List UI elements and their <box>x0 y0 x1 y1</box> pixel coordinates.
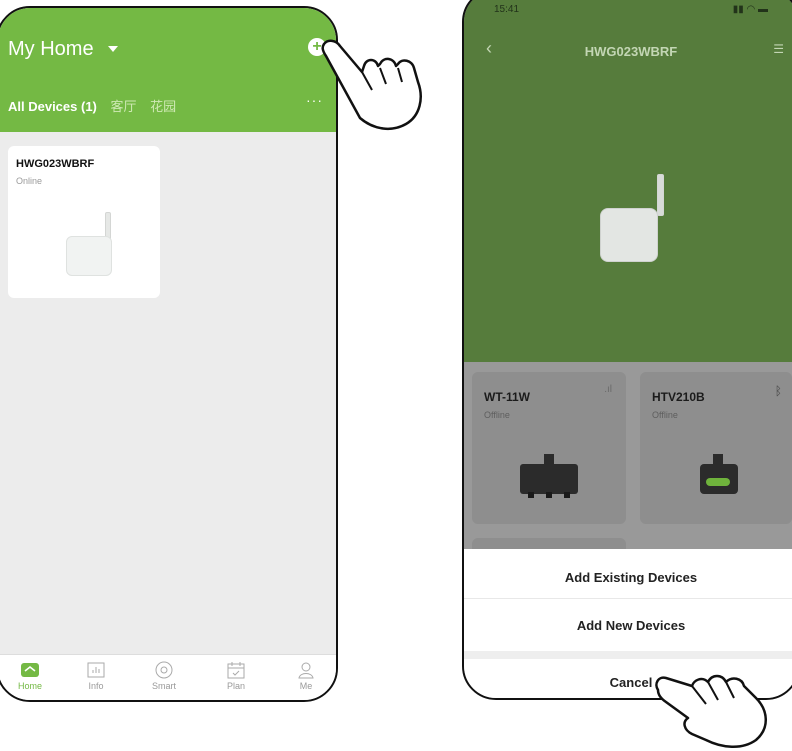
caret-down-icon[interactable] <box>108 46 118 52</box>
tabbar-plan[interactable]: Plan <box>206 655 266 691</box>
home-title[interactable]: My Home <box>8 38 94 61</box>
tabbar-home-label: Home <box>17 681 42 691</box>
tabbar-smart-label: Smart <box>151 681 176 691</box>
tab-all-devices[interactable]: All Devices (1) <box>8 99 97 114</box>
sub-device-status: Offline <box>484 410 510 420</box>
bluetooth-icon: ᛒ <box>774 384 782 398</box>
signal-icon: .ıl <box>604 384 612 395</box>
person-icon <box>296 661 316 679</box>
device-detail-header: 15:41 ▮▮ ◠ ▬ ‹ HWG023WBRF ☰ <box>464 0 792 362</box>
tabbar-me-label: Me <box>299 681 313 691</box>
device-title: HWG023WBRF <box>584 44 678 59</box>
add-new-devices-button[interactable]: Add New Devices <box>464 618 792 633</box>
tabbar-plan-label: Plan <box>226 681 245 691</box>
calendar-icon <box>226 661 246 679</box>
home-icon <box>20 661 40 679</box>
tab-living-room[interactable]: 客厅 <box>111 96 137 115</box>
status-bar-icons: ▮▮ ◠ ▬ <box>732 4 768 15</box>
cancel-button[interactable]: Cancel <box>464 675 792 690</box>
sub-device-status: Offline <box>652 410 678 420</box>
tab-garden[interactable]: 花园 <box>150 96 176 115</box>
status-bar-time: 15:41 <box>494 4 520 15</box>
pointing-hand-icon <box>655 674 767 748</box>
home-header: My Home + All Devices (1) 客厅 花园 ··· <box>0 8 336 132</box>
pointing-hand-icon <box>321 39 422 131</box>
sub-device-name: WT-11W <box>484 390 531 404</box>
tabbar-me[interactable]: Me <box>276 655 336 691</box>
right-phone-screen: 15:41 ▮▮ ◠ ▬ ‹ HWG023WBRF ☰ WT-11W Offli… <box>462 0 792 700</box>
settings-icon[interactable]: ☰ <box>773 42 784 56</box>
smart-icon <box>154 661 174 679</box>
tabbar-home[interactable]: Home <box>0 655 60 691</box>
sub-device-name: HTV210B <box>652 390 705 404</box>
sub-device-card-wt11w[interactable]: WT-11W Offline .ıl <box>472 372 626 524</box>
tabbar-smart[interactable]: Smart <box>134 655 194 691</box>
add-existing-devices-button[interactable]: Add Existing Devices <box>464 570 792 585</box>
left-phone-screen: My Home + All Devices (1) 客厅 花园 ··· HWG0… <box>0 6 338 702</box>
tabbar-info-label: Info <box>88 681 104 691</box>
chart-icon <box>86 661 106 679</box>
room-tabs: All Devices (1) 客厅 花园 <box>8 96 186 115</box>
device-card[interactable]: HWG023WBRF Online <box>8 146 160 298</box>
tabbar-info[interactable]: Info <box>66 655 126 691</box>
sheet-divider <box>464 598 792 599</box>
bottom-tab-bar: Home Info Smart Plan Me <box>0 654 336 700</box>
device-status: Online <box>16 176 43 186</box>
sub-device-card-htv210b[interactable]: HTV210B Offline ᛒ <box>640 372 792 524</box>
device-name: HWG023WBRF <box>16 158 95 170</box>
